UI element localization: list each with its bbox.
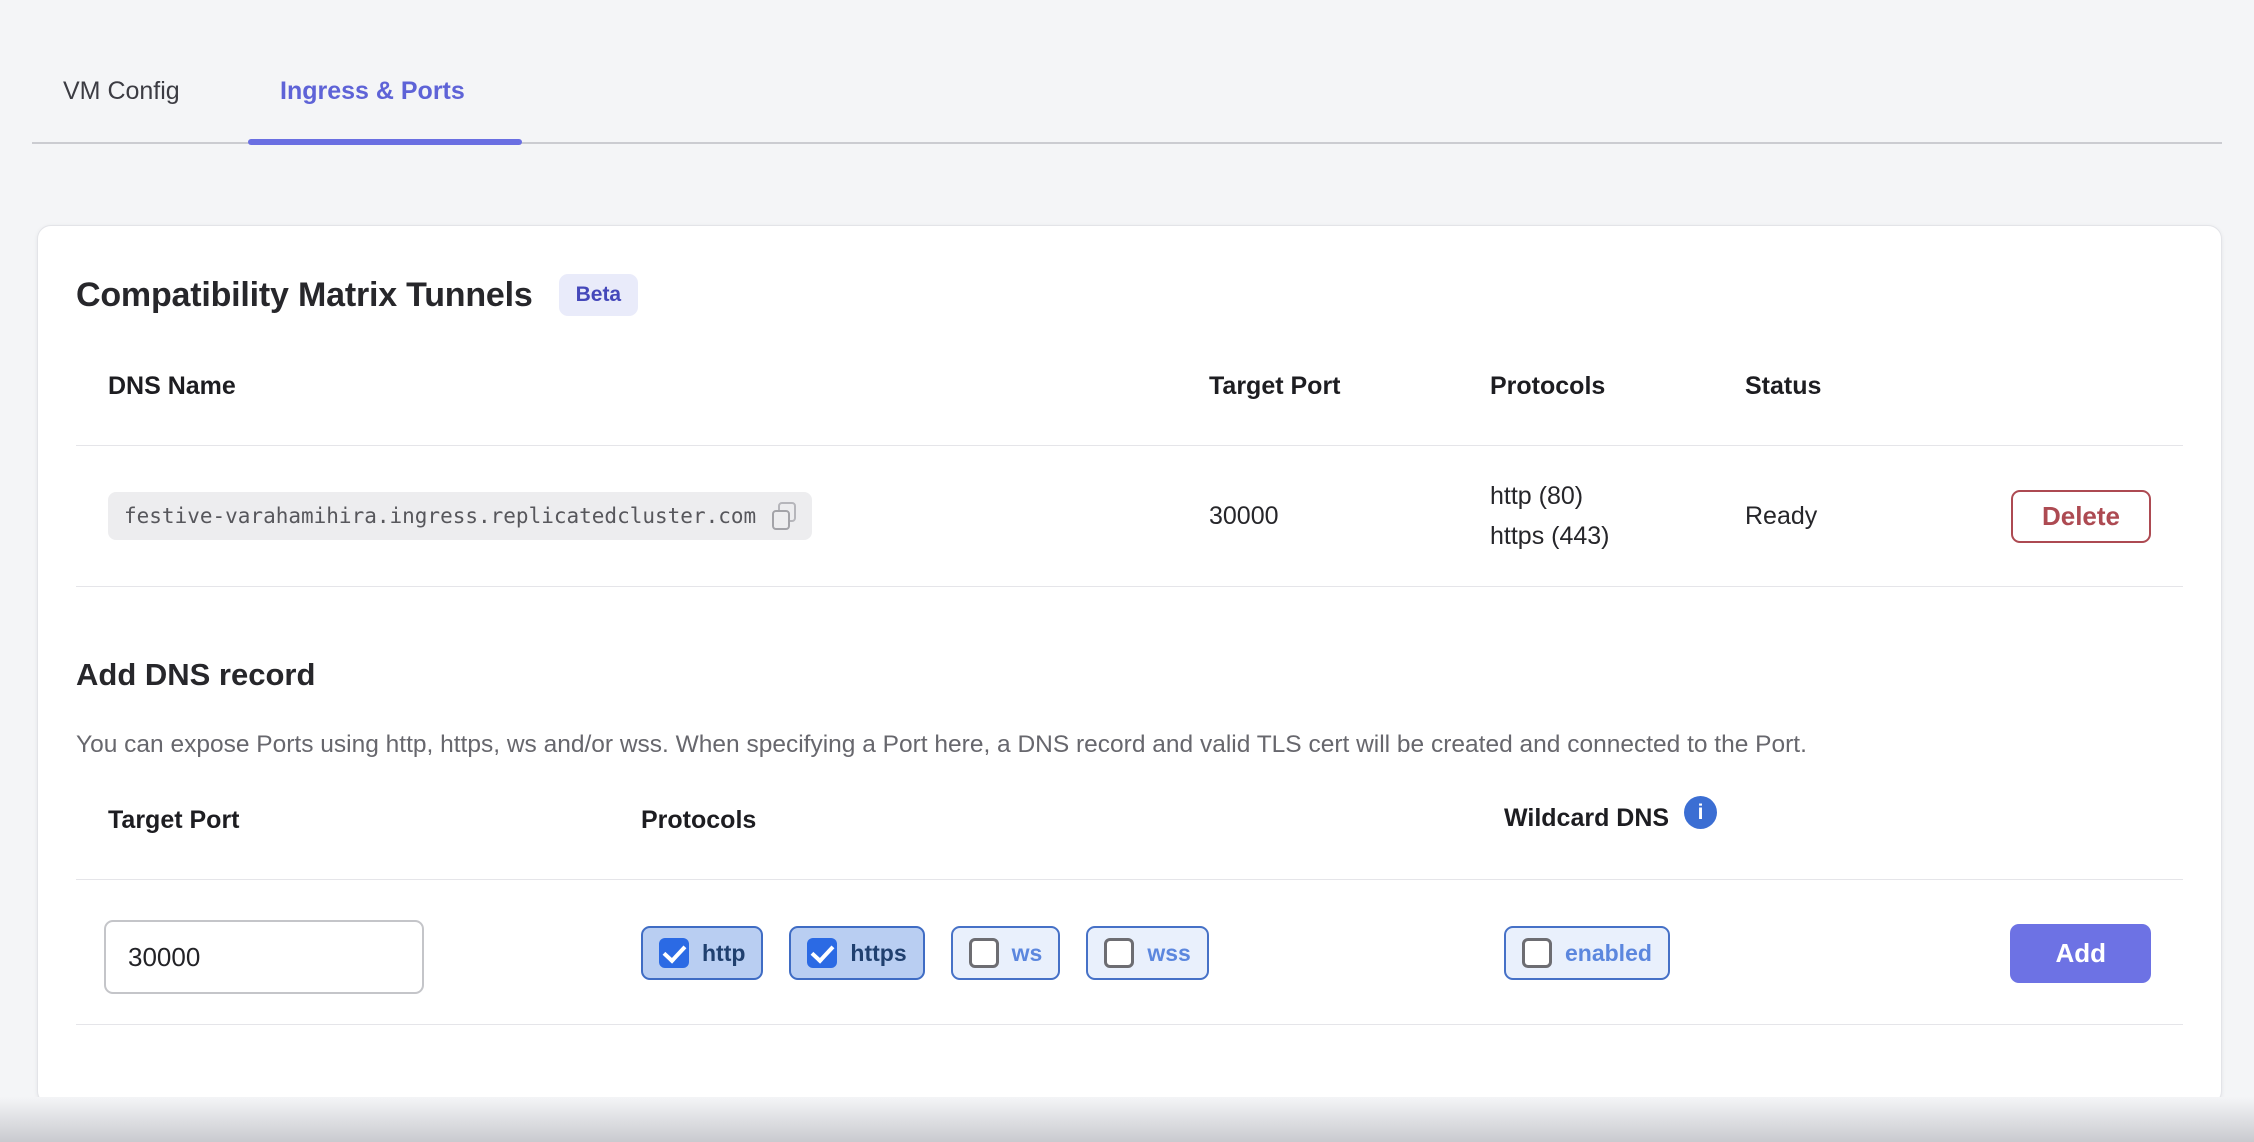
form-label-protocols: Protocols [641, 806, 1504, 835]
protocol-checkbox-https[interactable]: https [789, 926, 924, 980]
protocol-checkbox-http[interactable]: http [641, 926, 763, 980]
column-header-protocols: Protocols [1490, 372, 1745, 445]
wildcard-enabled-checkbox[interactable]: enabled [1504, 926, 1670, 980]
enabled-checkbox-label: enabled [1565, 940, 1652, 967]
column-header-actions [1993, 387, 2151, 431]
https-checkbox-label: https [850, 940, 906, 967]
target-port-field-cell [108, 920, 641, 994]
table-row: festive-varahamihira.ingress.replicatedc… [76, 446, 2183, 587]
tunnels-panel: Compatibility Matrix Tunnels Beta DNS Na… [37, 225, 2222, 1105]
protocol-options-group: http https ws wss [641, 926, 1504, 980]
beta-badge: Beta [559, 274, 639, 316]
ws-checkbox-label: ws [1012, 940, 1043, 967]
https-checkbox-icon [807, 938, 837, 968]
protocol-entry-http: http (80) [1490, 476, 1745, 516]
dns-name-value: festive-varahamihira.ingress.replicatedc… [124, 504, 756, 528]
add-dns-record-heading: Add DNS record [76, 657, 2183, 693]
column-header-status: Status [1745, 372, 1993, 445]
http-checkbox-label: http [702, 940, 745, 967]
column-header-dns-name: DNS Name [108, 372, 1209, 445]
protocol-checkbox-wss[interactable]: wss [1086, 926, 1208, 980]
tab-vm-config[interactable]: VM Config [63, 74, 180, 108]
panel-header: Compatibility Matrix Tunnels Beta [76, 226, 2183, 320]
page-bottom-shadow [0, 1097, 2254, 1142]
wss-checkbox-label: wss [1147, 940, 1190, 967]
dns-name-cell: festive-varahamihira.ingress.replicatedc… [108, 492, 1209, 540]
add-form-row: http https ws wss enabled Add [76, 880, 2183, 1025]
delete-button[interactable]: Delete [2011, 490, 2151, 543]
enabled-checkbox-icon [1522, 938, 1552, 968]
protocol-checkbox-ws[interactable]: ws [951, 926, 1061, 980]
panel-title: Compatibility Matrix Tunnels [76, 276, 533, 315]
form-label-wildcard-dns: Wildcard DNS i [1504, 804, 1992, 837]
form-label-target-port: Target Port [108, 806, 641, 835]
target-port-cell: 30000 [1209, 502, 1490, 531]
tab-ingress-ports[interactable]: Ingress & Ports [280, 74, 465, 108]
copy-icon[interactable] [772, 502, 796, 530]
add-button[interactable]: Add [2010, 924, 2151, 983]
wildcard-dns-cell: enabled [1504, 926, 1992, 980]
tunnels-table-header: DNS Name Target Port Protocols Status [76, 320, 2183, 446]
add-dns-record-description: You can expose Ports using http, https, … [76, 725, 2146, 764]
column-header-target-port: Target Port [1209, 372, 1490, 445]
row-actions-cell: Delete [2011, 490, 2151, 543]
info-icon[interactable]: i [1684, 796, 1717, 829]
ws-checkbox-icon [969, 938, 999, 968]
wss-checkbox-icon [1104, 938, 1134, 968]
add-form-header: Target Port Protocols Wildcard DNS i [76, 764, 2183, 880]
http-checkbox-icon [659, 938, 689, 968]
wildcard-dns-label-text: Wildcard DNS [1504, 804, 1669, 833]
active-tab-underline [248, 139, 522, 145]
protocols-cell: http (80) https (443) [1490, 476, 1745, 556]
target-port-input[interactable] [104, 920, 424, 994]
protocol-entry-https: https (443) [1490, 516, 1745, 556]
status-cell: Ready [1745, 502, 1993, 531]
dns-name-pill: festive-varahamihira.ingress.replicatedc… [108, 492, 812, 540]
